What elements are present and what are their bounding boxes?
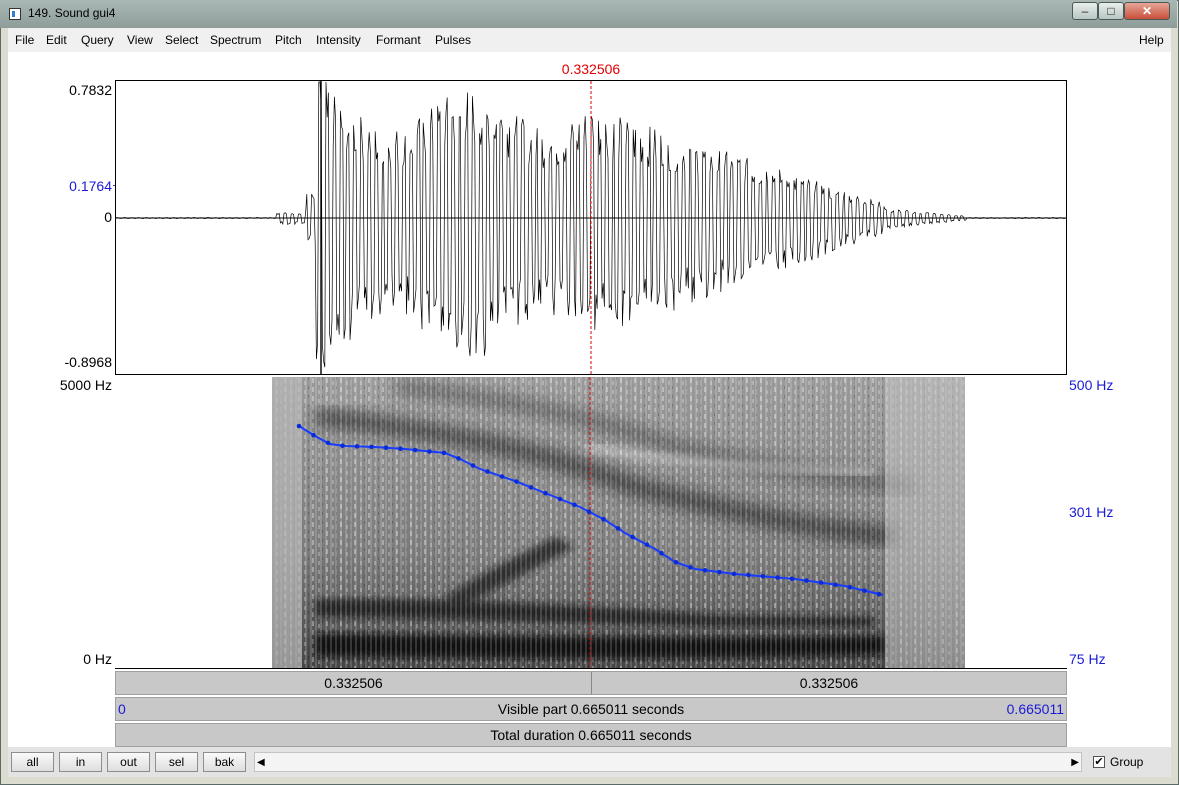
pitch-mid-label: 301 Hz xyxy=(1069,504,1114,520)
pitch-point xyxy=(398,446,403,451)
pitch-point xyxy=(804,578,809,583)
pitch-point xyxy=(775,575,780,580)
pitch-point xyxy=(557,496,563,502)
menu-query[interactable]: Query xyxy=(81,33,114,47)
left-segment[interactable]: 0.332506 xyxy=(116,672,591,694)
pitch-point xyxy=(833,582,838,587)
group-label: Group xyxy=(1110,755,1144,769)
pitch-point xyxy=(847,584,853,590)
menu-formant[interactable]: Formant xyxy=(376,33,421,47)
pitch-point xyxy=(876,591,882,597)
menu-pulses[interactable]: Pulses xyxy=(435,33,471,47)
pitch-point xyxy=(514,479,519,484)
menu-help[interactable]: Help xyxy=(1139,33,1164,47)
pitch-bottom-label: 75 Hz xyxy=(1069,651,1106,667)
left-segment-duration: 0.332506 xyxy=(324,675,383,691)
menu-select[interactable]: Select xyxy=(165,33,198,47)
waveform-min-label: -0.8968 xyxy=(64,354,112,370)
pitch-point xyxy=(644,542,650,547)
pitch-point xyxy=(412,447,418,453)
pitch-point xyxy=(572,502,577,508)
menu-edit[interactable]: Edit xyxy=(46,33,67,47)
pitch-point xyxy=(325,440,331,446)
waveform-max-label: 0.7832 xyxy=(69,82,112,98)
pitch-point xyxy=(862,588,867,593)
pitch-point xyxy=(731,571,737,577)
scroll-left-icon[interactable]: ◀ xyxy=(257,757,265,768)
spectrogram-panel[interactable] xyxy=(115,377,1067,669)
maximize-button[interactable]: □ xyxy=(1098,2,1124,20)
right-segment-duration: 0.332506 xyxy=(799,675,859,691)
pitch-point xyxy=(441,450,447,456)
pitch-point xyxy=(296,423,302,429)
waveform-trace xyxy=(116,81,1066,368)
menu-spectrum[interactable]: Spectrum xyxy=(210,33,261,47)
menu-bar: File Edit Query View Select Spectrum Pit… xyxy=(8,28,1171,52)
menu-file[interactable]: File xyxy=(15,33,34,47)
right-segment[interactable]: 0.332506 xyxy=(592,672,1066,694)
minimize-button[interactable]: – xyxy=(1072,2,1098,20)
pitch-point xyxy=(499,474,505,479)
pitch-point xyxy=(470,463,476,468)
pitch-point xyxy=(383,445,389,450)
pitch-point xyxy=(601,516,606,522)
pitch-point xyxy=(659,550,664,556)
title-bar[interactable]: 149. Sound gui4 – □ ✕ xyxy=(0,0,1177,28)
pitch-point xyxy=(427,449,432,454)
pitch-point xyxy=(456,456,461,461)
pitch-point xyxy=(702,568,708,573)
visible-part-label: Visible part 0.665011 seconds xyxy=(497,701,685,717)
close-button[interactable]: ✕ xyxy=(1124,2,1170,20)
waveform-zero-label: 0 xyxy=(104,209,112,225)
cursor-time-label: 0.332506 xyxy=(561,61,621,77)
spectrogram-top-frequency-label: 5000 Hz xyxy=(59,377,112,393)
spectrogram-bottom-frequency-label: 0 Hz xyxy=(83,651,112,667)
menu-pitch[interactable]: Pitch xyxy=(275,33,302,47)
zoom-in-button[interactable]: in xyxy=(59,752,102,772)
visible-end-time: 0.665011 xyxy=(1006,701,1064,717)
pitch-point xyxy=(688,565,693,570)
pitch-point xyxy=(818,580,824,585)
zoom-back-button[interactable]: bak xyxy=(203,752,246,772)
total-duration-bar[interactable]: Total duration 0.665011 seconds xyxy=(115,723,1067,747)
window-icon xyxy=(9,8,21,20)
pitch-point xyxy=(673,560,679,565)
window-title: 149. Sound gui4 xyxy=(28,6,116,20)
pitch-point xyxy=(789,576,795,582)
pitch-point xyxy=(717,569,722,575)
pitch-point xyxy=(311,432,316,438)
zoom-selection-button[interactable]: sel xyxy=(155,752,198,772)
zoom-all-button[interactable]: all xyxy=(11,752,54,772)
zoom-out-button[interactable]: out xyxy=(107,752,150,772)
pitch-point xyxy=(586,509,592,514)
pitch-point xyxy=(543,490,548,496)
pitch-point xyxy=(485,469,490,474)
spectrogram-image xyxy=(272,377,965,668)
pitch-point xyxy=(760,574,766,579)
pitch-point xyxy=(354,444,360,449)
pitch-point xyxy=(615,526,621,531)
group-checkbox[interactable]: ✔ xyxy=(1093,756,1105,768)
waveform-cursor-value-label: 0.1764 xyxy=(69,178,112,194)
visible-part-bar[interactable]: 0 Visible part 0.665011 seconds 0.665011 xyxy=(115,697,1067,721)
pitch-point xyxy=(528,485,534,490)
menu-view[interactable]: View xyxy=(127,33,153,47)
time-scrollbar[interactable]: ◀ ▶ xyxy=(254,752,1082,772)
scroll-right-icon[interactable]: ▶ xyxy=(1071,757,1079,768)
total-duration-label: Total duration 0.665011 seconds xyxy=(490,727,692,743)
selection-bar[interactable]: 0.332506 0.332506 xyxy=(115,671,1067,695)
pitch-top-label: 500 Hz xyxy=(1069,377,1114,393)
waveform-panel[interactable] xyxy=(115,80,1067,375)
pitch-point xyxy=(340,443,345,448)
pitch-point xyxy=(630,534,635,540)
pitch-point xyxy=(746,572,751,578)
pitch-point xyxy=(369,444,374,450)
menu-intensity[interactable]: Intensity xyxy=(316,33,361,47)
